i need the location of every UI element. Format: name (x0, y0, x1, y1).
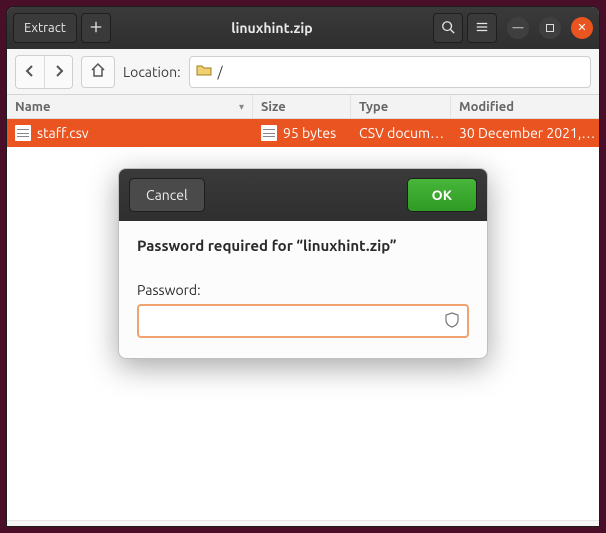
home-icon (90, 62, 106, 81)
folder-icon (196, 62, 212, 81)
add-files-button[interactable] (81, 13, 111, 43)
minimize-button[interactable]: — (507, 17, 529, 39)
hamburger-menu-button[interactable] (467, 13, 497, 43)
location-label: Location: (123, 64, 181, 80)
ok-button[interactable]: OK (407, 178, 477, 212)
sort-indicator-icon: ▾ (239, 101, 244, 113)
password-field-wrapper (137, 304, 469, 338)
cancel-button[interactable]: Cancel (129, 178, 205, 212)
file-size: 95 bytes (283, 125, 336, 141)
dialog-heading: Password required for “linuxhint.zip” (137, 237, 469, 254)
back-button[interactable] (16, 56, 44, 88)
maximize-button[interactable] (539, 17, 561, 39)
file-name: staff.csv (37, 125, 89, 141)
document-icon (261, 125, 277, 141)
close-button[interactable]: ✕ (571, 17, 593, 39)
column-header-type[interactable]: Type (351, 95, 451, 118)
file-type: CSV docum… (351, 125, 451, 141)
titlebar: Extract linuxhint.zip — (7, 7, 599, 49)
extract-button[interactable]: Extract (13, 13, 77, 43)
column-header-name[interactable]: Name ▾ (7, 95, 253, 118)
password-label: Password: (137, 282, 469, 298)
file-modified: 30 December 2021,… (451, 125, 599, 141)
chevron-right-icon (53, 64, 65, 80)
location-field[interactable]: / (189, 56, 591, 88)
status-bar (7, 520, 599, 526)
location-path: / (218, 64, 223, 80)
forward-button[interactable] (44, 56, 72, 88)
password-dialog: Cancel OK Password required for “linuxhi… (118, 168, 488, 359)
history-nav-group (15, 55, 73, 89)
column-headers: Name ▾ Size Type Modified (7, 95, 599, 119)
minimize-icon: — (513, 23, 524, 34)
hamburger-icon (475, 20, 489, 37)
navigation-bar: Location: / (7, 49, 599, 95)
window-title: linuxhint.zip (115, 20, 429, 36)
home-button[interactable] (81, 56, 115, 88)
search-icon (441, 20, 455, 37)
column-header-size[interactable]: Size (253, 95, 351, 118)
document-icon (15, 125, 31, 141)
password-input[interactable] (147, 313, 445, 329)
close-icon: ✕ (577, 23, 586, 34)
plus-icon (89, 20, 103, 37)
maximize-icon (546, 24, 554, 32)
shield-icon (445, 312, 459, 331)
column-header-modified[interactable]: Modified (451, 95, 599, 118)
search-button[interactable] (433, 13, 463, 43)
dialog-header: Cancel OK (119, 169, 487, 221)
table-row[interactable]: staff.csv 95 bytes CSV docum… 30 Decembe… (7, 119, 599, 147)
chevron-left-icon (24, 64, 36, 80)
